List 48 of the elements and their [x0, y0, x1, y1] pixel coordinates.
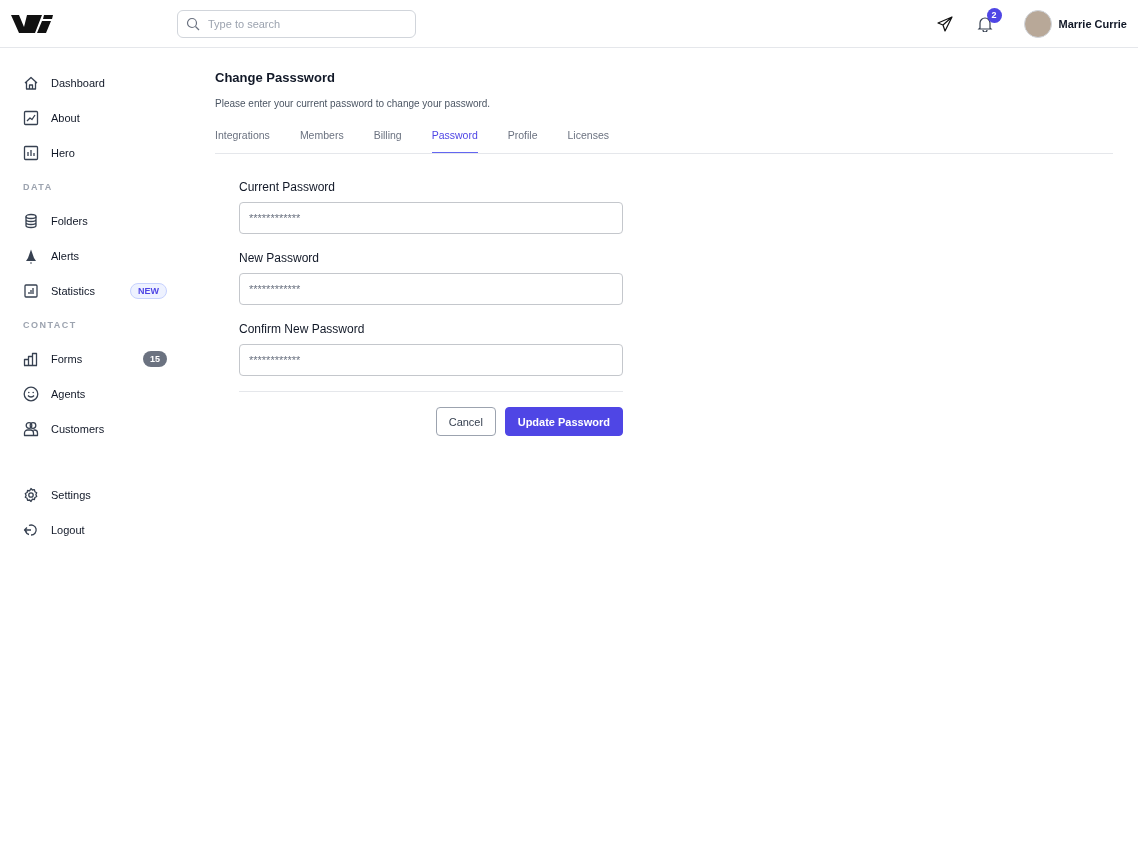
search-field[interactable]: Type to search [177, 9, 416, 38]
home-icon [23, 74, 39, 91]
field-label: Current Password [239, 180, 337, 194]
section-heading: DATA [23, 180, 54, 194]
tab[interactable]: Licenses [567, 129, 609, 153]
tab[interactable]: Profile [507, 129, 538, 153]
password-field[interactable]: ************ [239, 273, 623, 305]
cancel-button[interactable]: Cancel [435, 407, 496, 436]
sidebar-item[interactable]: Customers [23, 411, 167, 446]
users-icon [23, 420, 39, 437]
sidebar-item[interactable]: Dashboard [23, 65, 167, 100]
tab[interactable]: Members [299, 129, 344, 153]
bar-chart-icon [23, 144, 39, 161]
tab[interactable]: Integrations [215, 129, 270, 153]
page-subtitle: Please enter your current password to change your password. [215, 98, 492, 109]
sidebar-item[interactable]: Settings [23, 477, 167, 512]
password-field[interactable]: ************ [239, 202, 623, 234]
search-icon [186, 16, 200, 31]
tab[interactable]: Billing [373, 129, 402, 153]
new-badge: NEW [130, 282, 167, 299]
sidebar-item[interactable]: Agents [23, 376, 167, 411]
notification-count: 2 [986, 7, 1002, 23]
user-menu[interactable]: Marrie Currie [1023, 9, 1127, 38]
bar-graph-icon [23, 350, 39, 367]
chart-icon [23, 282, 39, 299]
avatar [1023, 9, 1052, 38]
password-field[interactable]: ************ [239, 344, 623, 376]
sidebar-item[interactable]: Statistics NEW [23, 273, 167, 308]
line-chart-icon [23, 109, 39, 126]
sidebar-item[interactable]: Hero [23, 135, 167, 170]
field-label: New Password [239, 251, 321, 265]
sidebar-item[interactable]: Alerts [23, 238, 167, 273]
sidebar-item[interactable]: Forms 15 [23, 341, 167, 376]
field-label: Confirm New Password [239, 322, 366, 336]
logout-icon [23, 521, 39, 538]
database-icon [23, 212, 39, 229]
sidebar-item[interactable]: About [23, 100, 167, 135]
tab[interactable]: Password [431, 129, 478, 153]
count-badge: 15 [143, 350, 167, 367]
sidebar-item[interactable]: Folders [23, 203, 167, 238]
page-title: Change Passsword [215, 70, 336, 85]
settings-icon [23, 486, 39, 503]
sidebar-item[interactable]: Logout [23, 512, 167, 547]
update-password-button[interactable]: Update Password [504, 407, 623, 436]
notification-button[interactable]: 2 [976, 7, 1002, 32]
smiley-icon [23, 385, 39, 402]
section-heading: CONTACT [23, 318, 78, 332]
send-button[interactable] [936, 15, 953, 32]
